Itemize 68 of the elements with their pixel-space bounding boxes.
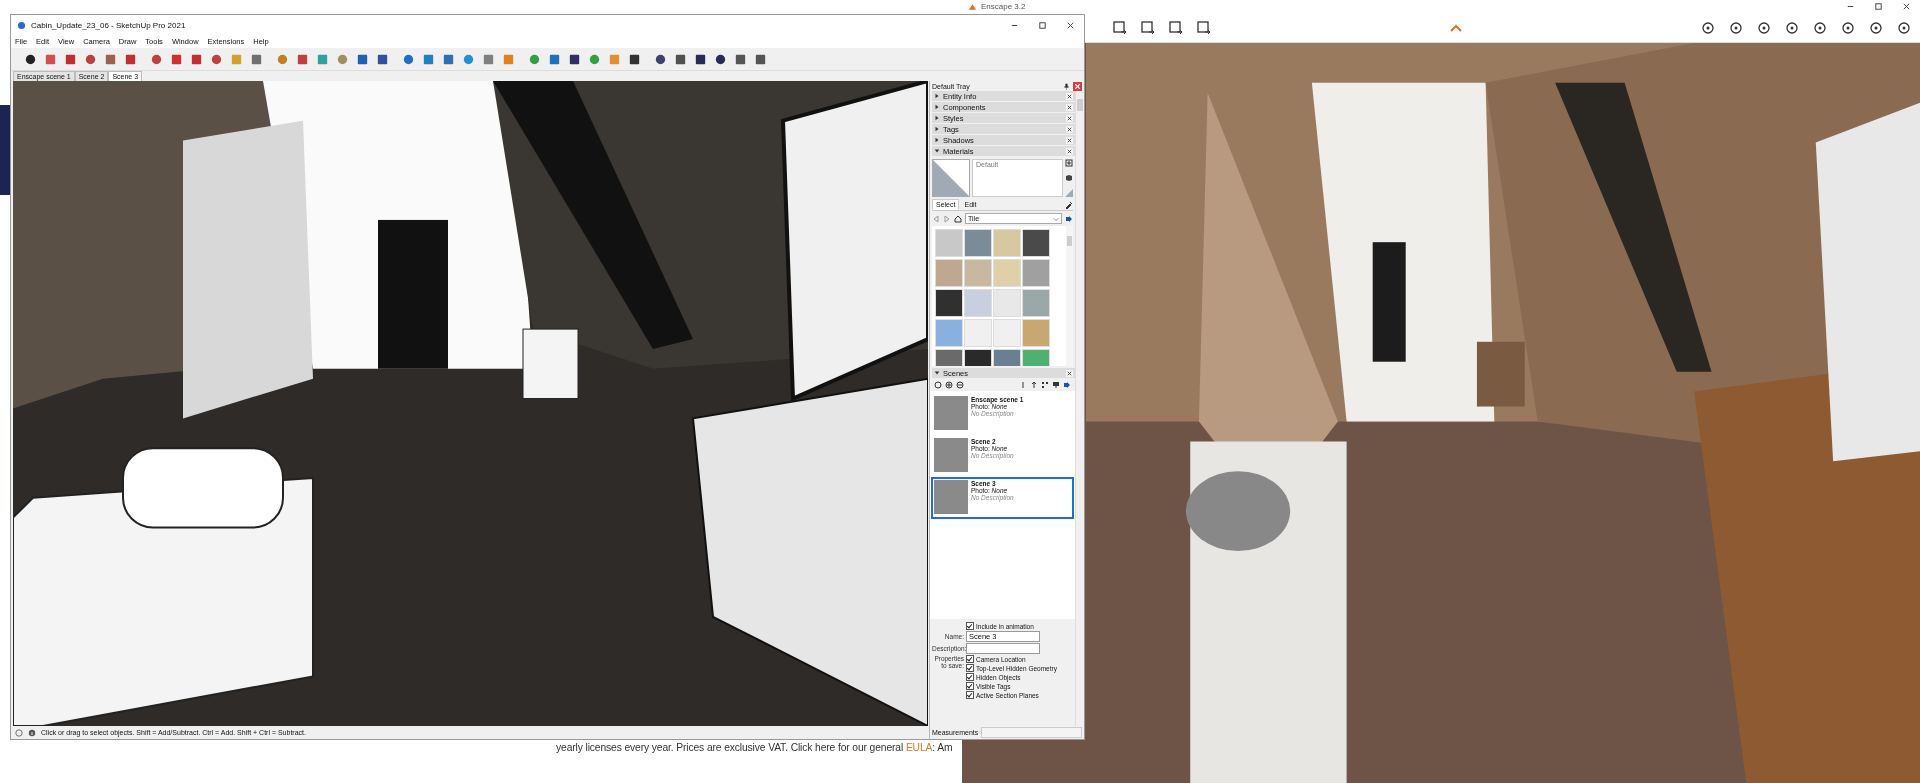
- material-swatch[interactable]: [935, 229, 963, 257]
- material-swatch[interactable]: [964, 289, 992, 317]
- checkbox[interactable]: [966, 682, 974, 690]
- export-icon[interactable]: [1168, 19, 1184, 36]
- close-icon[interactable]: [1066, 125, 1073, 133]
- scrollbar[interactable]: [1066, 226, 1073, 366]
- material-swatch[interactable]: [1022, 289, 1050, 317]
- material-swatch[interactable]: [935, 319, 963, 347]
- checkbox[interactable]: [966, 664, 974, 672]
- checkbox[interactable]: [966, 655, 974, 663]
- close-icon[interactable]: [1066, 369, 1073, 377]
- material-swatch[interactable]: [935, 289, 963, 317]
- export-icon[interactable]: [1140, 19, 1156, 36]
- photo-placeholder: [934, 438, 968, 472]
- material-swatch[interactable]: [964, 229, 992, 257]
- close-icon[interactable]: [1066, 92, 1073, 100]
- export-icon[interactable]: [1112, 19, 1128, 36]
- close-icon[interactable]: [1066, 103, 1073, 111]
- close-button[interactable]: [1073, 81, 1082, 91]
- cube-icon[interactable]: [1065, 174, 1073, 182]
- add-icon[interactable]: [945, 381, 953, 389]
- material-swatch[interactable]: [1022, 319, 1050, 347]
- material-swatch[interactable]: [1022, 229, 1050, 257]
- view-options-icon[interactable]: [1041, 381, 1049, 389]
- close-icon[interactable]: [1066, 147, 1073, 155]
- material-swatch[interactable]: [964, 259, 992, 287]
- swatch-icon[interactable]: [1065, 189, 1073, 197]
- pricing-text: yearly licenses every year. Prices are exclusive VAT. Click here for our general EULA: Am: [556, 742, 953, 753]
- thumbnail-icon[interactable]: [1052, 381, 1060, 389]
- help-icon[interactable]: [15, 728, 23, 737]
- close-icon[interactable]: [1066, 136, 1073, 144]
- close-icon[interactable]: [1066, 114, 1073, 122]
- window-title: Cabin_Update_23_06 - SketchUp Pro 2021: [31, 20, 186, 30]
- move-up-icon[interactable]: [1030, 381, 1038, 389]
- export-icon[interactable]: [1196, 19, 1212, 36]
- checkbox[interactable]: [966, 622, 974, 630]
- close-icon[interactable]: [1901, 2, 1911, 11]
- checkbox[interactable]: [966, 691, 974, 699]
- logo-icon: [968, 2, 977, 11]
- eyedropper-icon[interactable]: [1065, 200, 1073, 209]
- maximize-icon[interactable]: [1037, 20, 1047, 30]
- checkbox[interactable]: [966, 673, 974, 681]
- material-swatch[interactable]: [993, 289, 1021, 317]
- window-title: Enscape 3.2: [981, 2, 1026, 11]
- details-icon[interactable]: [1063, 381, 1071, 389]
- details-icon[interactable]: [1065, 214, 1073, 223]
- info-icon[interactable]: [28, 728, 36, 737]
- material-preview: [932, 159, 970, 197]
- scrollbar[interactable]: [1075, 91, 1084, 726]
- material-swatch[interactable]: [993, 319, 1021, 347]
- measurements-field[interactable]: [981, 727, 1082, 738]
- add-material-icon[interactable]: [1065, 159, 1073, 167]
- close-icon[interactable]: [1065, 20, 1075, 30]
- remove-icon[interactable]: [956, 381, 964, 389]
- material-swatch[interactable]: [935, 259, 963, 287]
- logo-icon: [17, 20, 26, 30]
- photo-placeholder: [934, 396, 968, 430]
- maximize-icon[interactable]: [1873, 2, 1883, 11]
- material-swatch[interactable]: [993, 259, 1021, 287]
- pin-icon[interactable]: [1063, 82, 1070, 90]
- refresh-icon[interactable]: [934, 381, 942, 389]
- material-swatch[interactable]: [1022, 259, 1050, 287]
- home-icon[interactable]: [954, 214, 962, 223]
- caret-icon[interactable]: [1450, 23, 1462, 32]
- description-field[interactable]: [966, 643, 1040, 654]
- material-swatch[interactable]: [964, 319, 992, 347]
- material-swatch[interactable]: [993, 229, 1021, 257]
- photo-placeholder: [934, 480, 968, 514]
